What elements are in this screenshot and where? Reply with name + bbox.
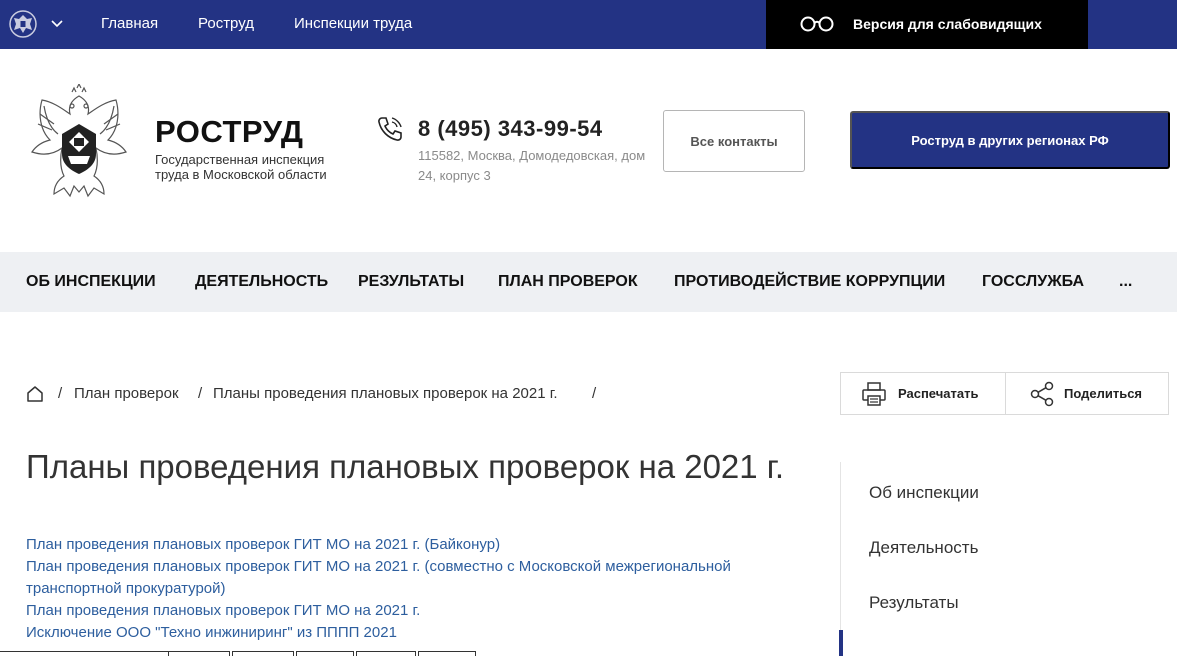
share-button[interactable]: Поделиться xyxy=(1006,373,1169,414)
top-nav-home[interactable]: Главная xyxy=(101,15,158,32)
brand-subtitle: Государственная инспекция труда в Москов… xyxy=(155,152,327,182)
page-tools: Распечатать Поделиться xyxy=(840,372,1169,415)
breadcrumb-inspection-plan[interactable]: План проверок xyxy=(74,385,179,402)
breadcrumb-separator: / xyxy=(592,385,597,402)
share-label: Поделиться xyxy=(1064,386,1143,401)
printer-icon xyxy=(862,382,886,406)
bottom-tab[interactable] xyxy=(418,651,476,656)
regions-button[interactable]: Роструд в других регионах РФ xyxy=(850,111,1170,169)
low-vision-label: Версия для слабовидящих xyxy=(853,16,1042,32)
nav-more[interactable]: ... xyxy=(1119,273,1132,291)
side-menu: Об инспекции Деятельность Результаты xyxy=(840,462,1177,656)
nav-about[interactable]: ОБ ИНСПЕКЦИИ xyxy=(26,273,156,291)
nav-anti-corruption[interactable]: ПРОТИВОДЕЙСТВИЕ КОРРУПЦИИ xyxy=(674,273,945,291)
home-icon[interactable] xyxy=(26,385,44,403)
phone-icon xyxy=(378,117,402,141)
bottom-tab[interactable] xyxy=(0,651,175,656)
breadcrumb-current: Планы проведения плановых проверок на 20… xyxy=(213,385,558,402)
coat-of-arms-logo[interactable] xyxy=(24,84,134,206)
bottom-tab[interactable] xyxy=(168,651,230,656)
print-label: Распечатать xyxy=(898,386,979,401)
phone-number[interactable]: 8 (495) 343-99-54 xyxy=(418,116,603,142)
nav-inspection-plan[interactable]: ПЛАН ПРОВЕРОК xyxy=(498,273,638,291)
side-menu-results[interactable]: Результаты xyxy=(869,593,959,613)
address: 115582, Москва, Домодедовская, дом 24, к… xyxy=(418,148,646,183)
bottom-tab-strip xyxy=(0,651,1177,656)
breadcrumb-separator: / xyxy=(198,385,203,402)
top-bar: Главная Роструд Инспекции труда Версия д… xyxy=(0,0,1177,49)
page-title: Планы проведения плановых проверок на 20… xyxy=(26,448,784,485)
nav-civil-service[interactable]: ГОССЛУЖБА xyxy=(982,273,1084,291)
brand-title: РОСТРУД xyxy=(155,114,304,149)
document-link[interactable]: План проведения плановых проверок ГИТ МО… xyxy=(26,600,806,622)
all-contacts-button[interactable]: Все контакты xyxy=(663,110,805,172)
bottom-tab[interactable] xyxy=(356,651,416,656)
print-button[interactable]: Распечатать xyxy=(841,373,1005,414)
side-menu-activity[interactable]: Деятельность xyxy=(869,538,978,558)
breadcrumb-separator: / xyxy=(58,385,63,402)
bottom-tab[interactable] xyxy=(232,651,294,656)
low-vision-button[interactable]: Версия для слабовидящих xyxy=(766,0,1088,49)
nav-results[interactable]: РЕЗУЛЬТАТЫ xyxy=(358,273,464,291)
top-nav-inspections[interactable]: Инспекции труда xyxy=(294,15,412,32)
chevron-down-icon[interactable] xyxy=(50,16,64,30)
side-menu-about[interactable]: Об инспекции xyxy=(869,483,979,503)
coat-of-arms-icon[interactable] xyxy=(8,9,38,39)
nav-activity[interactable]: ДЕЯТЕЛЬНОСТЬ xyxy=(195,273,328,291)
top-nav-rostrud[interactable]: Роструд xyxy=(198,15,254,32)
document-link[interactable]: Исключение ООО "Техно инжиниринг" из ППП… xyxy=(26,622,806,644)
bottom-tab[interactable] xyxy=(296,651,354,656)
document-links: План проведения плановых проверок ГИТ МО… xyxy=(26,534,806,644)
document-link[interactable]: План проведения плановых проверок ГИТ МО… xyxy=(26,556,806,600)
glasses-icon xyxy=(800,16,834,32)
main-nav: ОБ ИНСПЕКЦИИ ДЕЯТЕЛЬНОСТЬ РЕЗУЛЬТАТЫ ПЛА… xyxy=(0,252,1177,312)
document-link[interactable]: План проведения плановых проверок ГИТ МО… xyxy=(26,534,806,556)
share-icon xyxy=(1030,381,1054,407)
